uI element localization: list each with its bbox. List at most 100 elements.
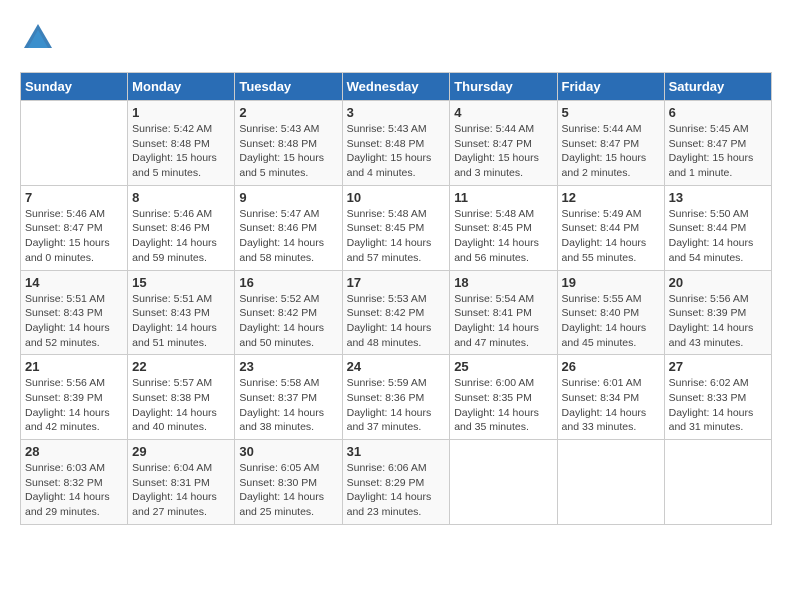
calendar-cell: 8 Sunrise: 5:46 AM Sunset: 8:46 PM Dayli… — [128, 185, 235, 270]
sunrise: Sunrise: 5:52 AM — [239, 293, 319, 305]
day-info: Sunrise: 5:44 AM Sunset: 8:47 PM Dayligh… — [454, 122, 552, 181]
day-number: 11 — [454, 190, 552, 205]
day-number: 29 — [132, 444, 230, 459]
calendar-cell: 10 Sunrise: 5:48 AM Sunset: 8:45 PM Dayl… — [342, 185, 450, 270]
calendar-cell: 14 Sunrise: 5:51 AM Sunset: 8:43 PM Dayl… — [21, 270, 128, 355]
daylight: Daylight: 15 hours and 0 minutes. — [25, 237, 110, 264]
day-number: 5 — [562, 105, 660, 120]
day-number: 10 — [347, 190, 446, 205]
day-number: 2 — [239, 105, 337, 120]
day-info: Sunrise: 5:47 AM Sunset: 8:46 PM Dayligh… — [239, 207, 337, 266]
sunrise: Sunrise: 5:57 AM — [132, 377, 212, 389]
calendar-cell: 27 Sunrise: 6:02 AM Sunset: 8:33 PM Dayl… — [664, 355, 771, 440]
day-number: 1 — [132, 105, 230, 120]
day-number: 21 — [25, 359, 123, 374]
day-info: Sunrise: 5:49 AM Sunset: 8:44 PM Dayligh… — [562, 207, 660, 266]
day-info: Sunrise: 5:55 AM Sunset: 8:40 PM Dayligh… — [562, 292, 660, 351]
daylight: Daylight: 14 hours and 29 minutes. — [25, 491, 110, 518]
sunset: Sunset: 8:31 PM — [132, 477, 210, 489]
weekday-header: Tuesday — [235, 73, 342, 101]
day-number: 27 — [669, 359, 767, 374]
daylight: Daylight: 14 hours and 25 minutes. — [239, 491, 324, 518]
calendar-cell — [664, 440, 771, 525]
sunset: Sunset: 8:46 PM — [239, 222, 317, 234]
sunset: Sunset: 8:47 PM — [25, 222, 103, 234]
sunset: Sunset: 8:48 PM — [239, 138, 317, 150]
sunrise: Sunrise: 5:44 AM — [562, 123, 642, 135]
day-info: Sunrise: 5:46 AM Sunset: 8:47 PM Dayligh… — [25, 207, 123, 266]
calendar-cell: 3 Sunrise: 5:43 AM Sunset: 8:48 PM Dayli… — [342, 101, 450, 186]
sunset: Sunset: 8:43 PM — [25, 307, 103, 319]
daylight: Daylight: 14 hours and 55 minutes. — [562, 237, 647, 264]
day-info: Sunrise: 5:43 AM Sunset: 8:48 PM Dayligh… — [239, 122, 337, 181]
calendar-cell: 2 Sunrise: 5:43 AM Sunset: 8:48 PM Dayli… — [235, 101, 342, 186]
sunset: Sunset: 8:46 PM — [132, 222, 210, 234]
day-number: 19 — [562, 275, 660, 290]
calendar-cell: 30 Sunrise: 6:05 AM Sunset: 8:30 PM Dayl… — [235, 440, 342, 525]
sunrise: Sunrise: 5:49 AM — [562, 208, 642, 220]
weekday-header: Thursday — [450, 73, 557, 101]
calendar-cell: 12 Sunrise: 5:49 AM Sunset: 8:44 PM Dayl… — [557, 185, 664, 270]
sunset: Sunset: 8:40 PM — [562, 307, 640, 319]
sunrise: Sunrise: 5:42 AM — [132, 123, 212, 135]
sunrise: Sunrise: 5:46 AM — [132, 208, 212, 220]
calendar-cell: 5 Sunrise: 5:44 AM Sunset: 8:47 PM Dayli… — [557, 101, 664, 186]
sunrise: Sunrise: 5:43 AM — [239, 123, 319, 135]
sunset: Sunset: 8:39 PM — [25, 392, 103, 404]
day-number: 3 — [347, 105, 446, 120]
sunset: Sunset: 8:45 PM — [454, 222, 532, 234]
day-info: Sunrise: 5:46 AM Sunset: 8:46 PM Dayligh… — [132, 207, 230, 266]
daylight: Daylight: 15 hours and 3 minutes. — [454, 152, 539, 179]
sunrise: Sunrise: 5:56 AM — [669, 293, 749, 305]
day-number: 6 — [669, 105, 767, 120]
day-info: Sunrise: 5:51 AM Sunset: 8:43 PM Dayligh… — [25, 292, 123, 351]
calendar-cell: 20 Sunrise: 5:56 AM Sunset: 8:39 PM Dayl… — [664, 270, 771, 355]
day-info: Sunrise: 5:54 AM Sunset: 8:41 PM Dayligh… — [454, 292, 552, 351]
page-header — [20, 20, 772, 56]
sunset: Sunset: 8:44 PM — [562, 222, 640, 234]
daylight: Daylight: 14 hours and 38 minutes. — [239, 407, 324, 434]
calendar-cell: 16 Sunrise: 5:52 AM Sunset: 8:42 PM Dayl… — [235, 270, 342, 355]
day-info: Sunrise: 5:48 AM Sunset: 8:45 PM Dayligh… — [454, 207, 552, 266]
sunset: Sunset: 8:37 PM — [239, 392, 317, 404]
calendar-cell: 15 Sunrise: 5:51 AM Sunset: 8:43 PM Dayl… — [128, 270, 235, 355]
daylight: Daylight: 14 hours and 54 minutes. — [669, 237, 754, 264]
day-info: Sunrise: 5:56 AM Sunset: 8:39 PM Dayligh… — [25, 376, 123, 435]
calendar-cell: 31 Sunrise: 6:06 AM Sunset: 8:29 PM Dayl… — [342, 440, 450, 525]
sunrise: Sunrise: 5:51 AM — [132, 293, 212, 305]
day-info: Sunrise: 5:59 AM Sunset: 8:36 PM Dayligh… — [347, 376, 446, 435]
calendar-cell: 7 Sunrise: 5:46 AM Sunset: 8:47 PM Dayli… — [21, 185, 128, 270]
sunrise: Sunrise: 5:54 AM — [454, 293, 534, 305]
daylight: Daylight: 14 hours and 52 minutes. — [25, 322, 110, 349]
calendar-cell: 22 Sunrise: 5:57 AM Sunset: 8:38 PM Dayl… — [128, 355, 235, 440]
day-number: 16 — [239, 275, 337, 290]
sunset: Sunset: 8:48 PM — [132, 138, 210, 150]
sunset: Sunset: 8:36 PM — [347, 392, 425, 404]
daylight: Daylight: 14 hours and 51 minutes. — [132, 322, 217, 349]
weekday-header: Friday — [557, 73, 664, 101]
day-number: 12 — [562, 190, 660, 205]
sunset: Sunset: 8:44 PM — [669, 222, 747, 234]
sunset: Sunset: 8:47 PM — [562, 138, 640, 150]
daylight: Daylight: 15 hours and 5 minutes. — [132, 152, 217, 179]
calendar-cell: 11 Sunrise: 5:48 AM Sunset: 8:45 PM Dayl… — [450, 185, 557, 270]
sunset: Sunset: 8:41 PM — [454, 307, 532, 319]
day-number: 26 — [562, 359, 660, 374]
sunrise: Sunrise: 6:03 AM — [25, 462, 105, 474]
sunset: Sunset: 8:42 PM — [347, 307, 425, 319]
day-number: 30 — [239, 444, 337, 459]
day-info: Sunrise: 5:58 AM Sunset: 8:37 PM Dayligh… — [239, 376, 337, 435]
sunrise: Sunrise: 5:46 AM — [25, 208, 105, 220]
sunset: Sunset: 8:39 PM — [669, 307, 747, 319]
day-number: 25 — [454, 359, 552, 374]
sunrise: Sunrise: 6:01 AM — [562, 377, 642, 389]
day-info: Sunrise: 5:48 AM Sunset: 8:45 PM Dayligh… — [347, 207, 446, 266]
day-number: 9 — [239, 190, 337, 205]
calendar-week-row: 28 Sunrise: 6:03 AM Sunset: 8:32 PM Dayl… — [21, 440, 772, 525]
daylight: Daylight: 14 hours and 45 minutes. — [562, 322, 647, 349]
calendar-cell: 28 Sunrise: 6:03 AM Sunset: 8:32 PM Dayl… — [21, 440, 128, 525]
daylight: Daylight: 14 hours and 43 minutes. — [669, 322, 754, 349]
sunset: Sunset: 8:38 PM — [132, 392, 210, 404]
sunrise: Sunrise: 5:48 AM — [347, 208, 427, 220]
weekday-header: Saturday — [664, 73, 771, 101]
